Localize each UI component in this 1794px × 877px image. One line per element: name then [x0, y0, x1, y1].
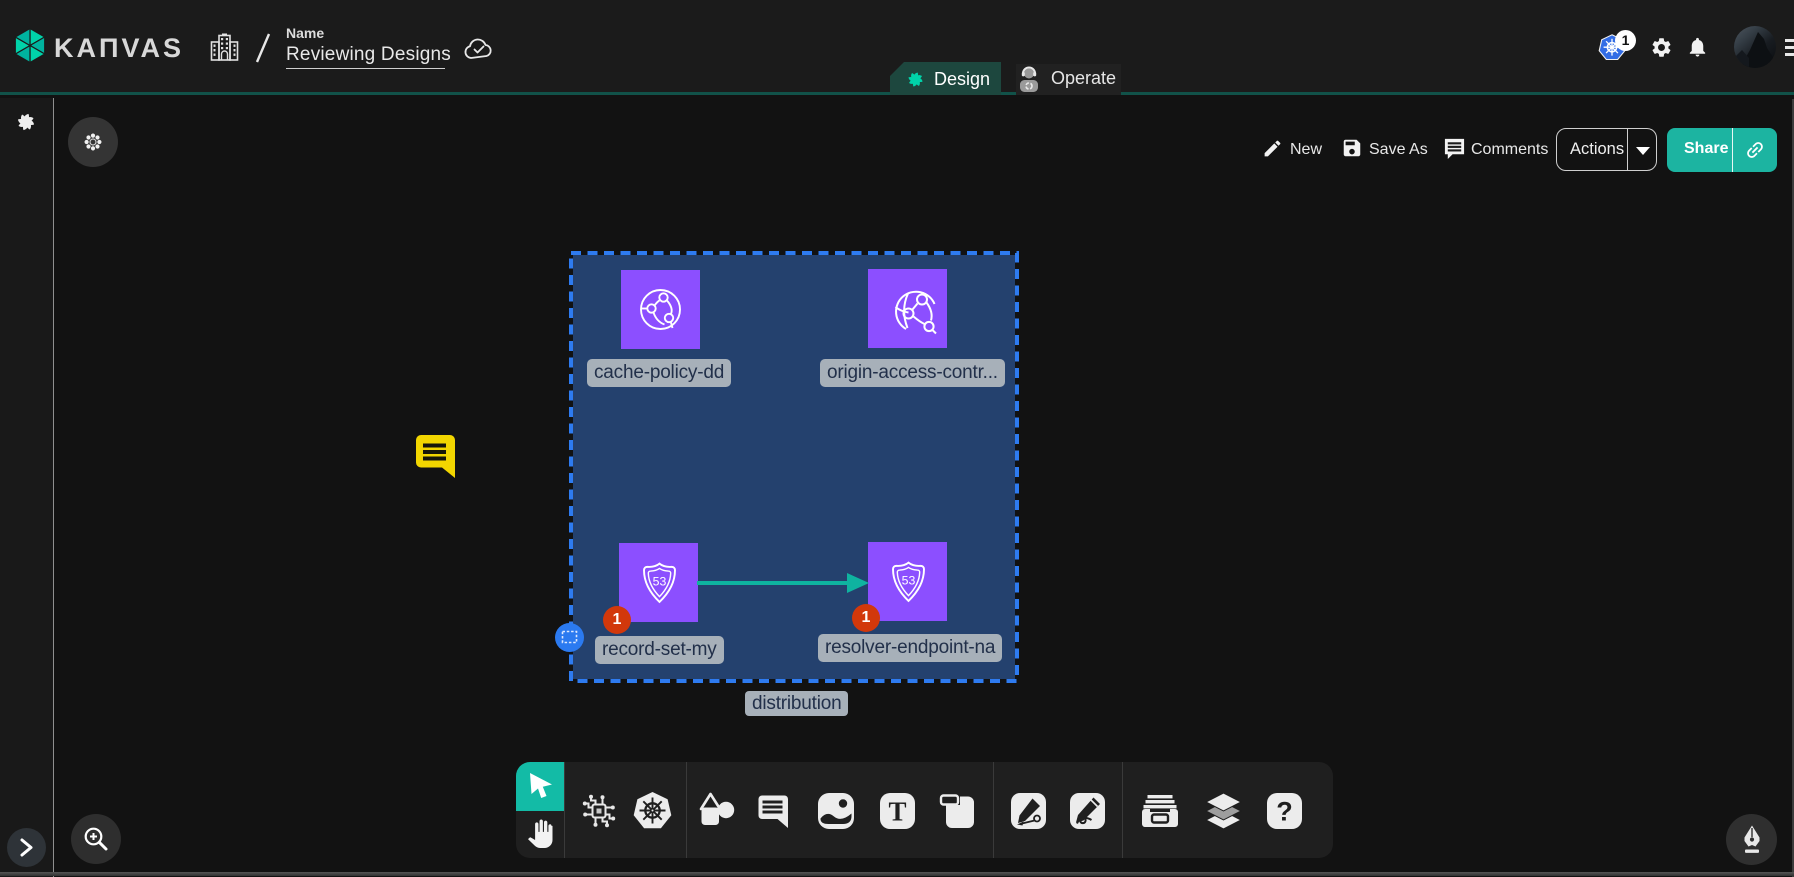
- svg-text:T: T: [888, 797, 906, 827]
- svg-text:?: ?: [1276, 797, 1293, 827]
- svg-text:53: 53: [902, 574, 916, 588]
- svg-text:53: 53: [653, 575, 667, 589]
